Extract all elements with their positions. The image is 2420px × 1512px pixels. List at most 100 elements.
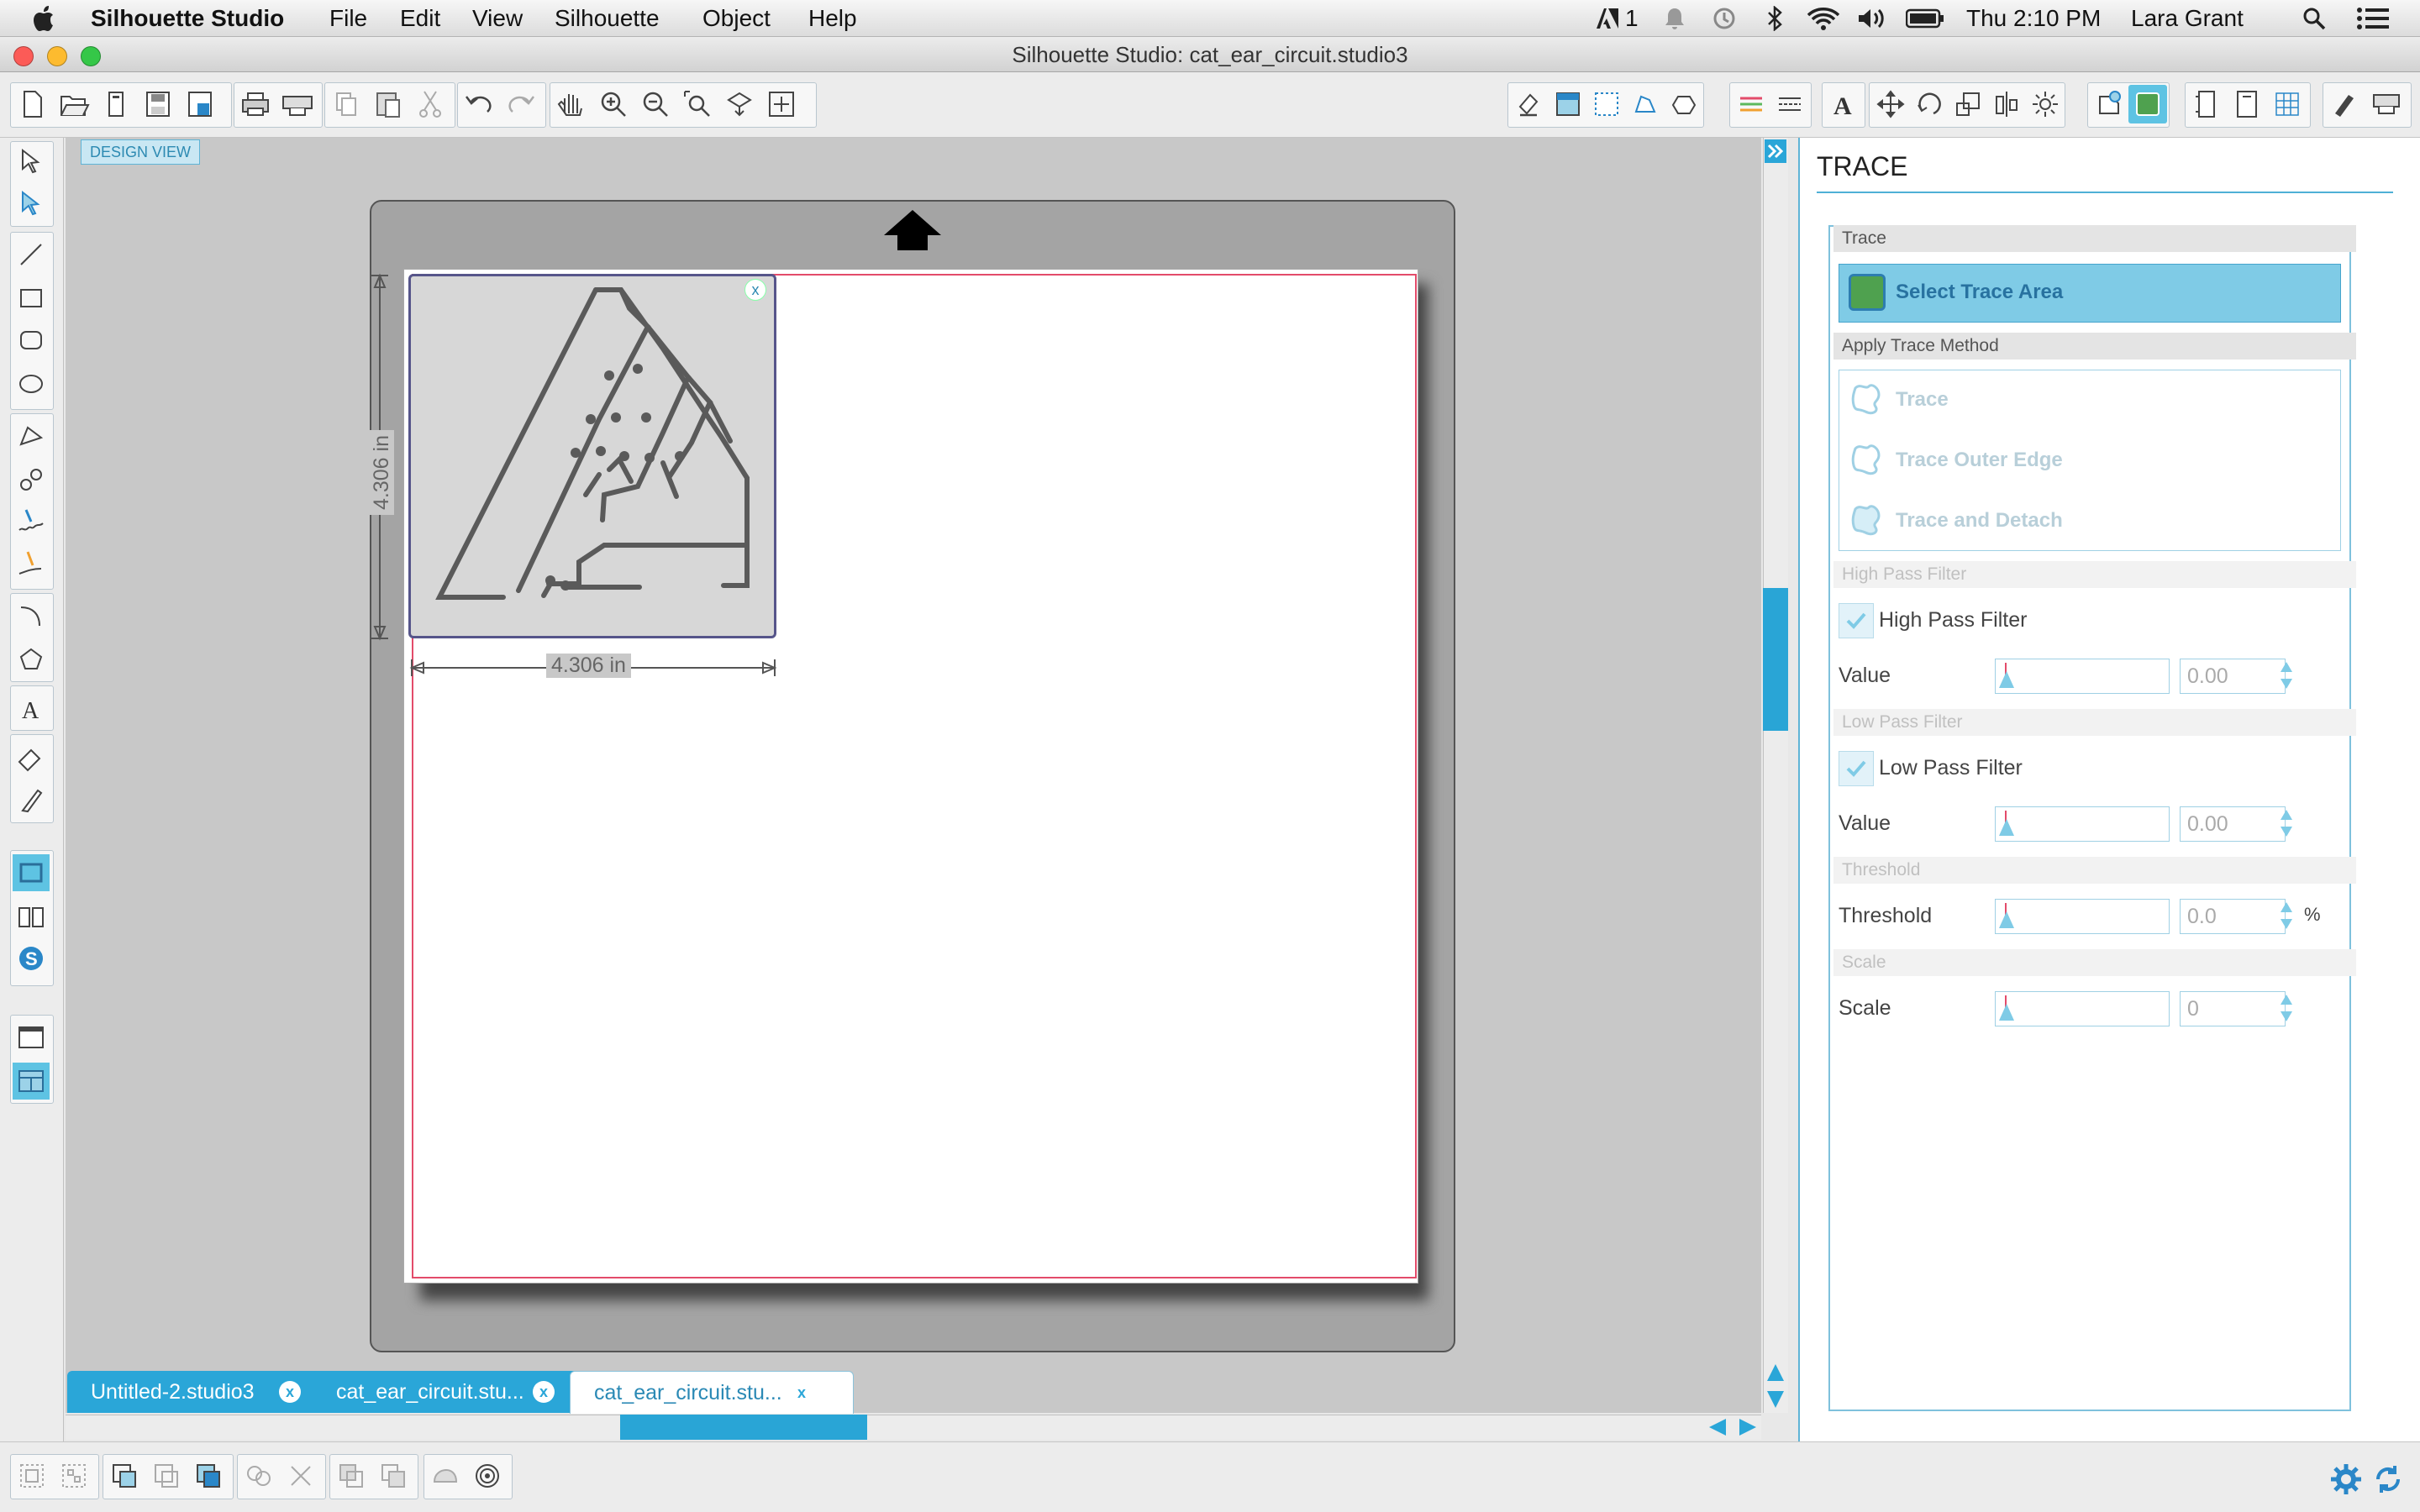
expand-panel-icon[interactable] <box>1765 139 1786 163</box>
image-close-button[interactable]: x <box>744 279 766 301</box>
undo-icon[interactable] <box>460 85 498 123</box>
scroll-up-down-icon[interactable] <box>1765 1361 1786 1411</box>
rotate-icon[interactable] <box>1910 85 1949 123</box>
duplicate-icon[interactable] <box>239 1457 278 1495</box>
close-tab-button[interactable]: x <box>279 1381 301 1403</box>
arc-tool-icon[interactable] <box>13 597 50 634</box>
threshold-input[interactable]: 0.0 <box>2180 899 2286 934</box>
bluetooth-icon[interactable] <box>1765 6 1785 31</box>
menu-file[interactable]: File <box>329 0 367 37</box>
trace-panel-icon[interactable] <box>2128 85 2167 123</box>
zoom-out-icon[interactable] <box>636 85 675 123</box>
group-icon[interactable] <box>13 1457 51 1495</box>
bring-to-front-icon[interactable] <box>189 1457 228 1495</box>
point-edit-icon[interactable] <box>13 186 50 223</box>
print-icon[interactable] <box>236 85 275 123</box>
send-to-silhouette-icon[interactable] <box>278 85 317 123</box>
save-icon[interactable] <box>139 85 177 123</box>
spotlight-search-icon[interactable] <box>2302 7 2326 30</box>
scale-icon[interactable] <box>1949 85 1987 123</box>
polygon-tool-icon[interactable] <box>13 417 50 454</box>
notification-center-icon[interactable] <box>2356 7 2390 30</box>
threshold-slider[interactable] <box>1995 899 2170 934</box>
sketch-pen-icon[interactable] <box>2325 85 2364 123</box>
cut-settings-icon[interactable] <box>2228 85 2266 123</box>
knife-tool-icon[interactable] <box>13 782 50 819</box>
app-menu[interactable]: Silhouette Studio <box>91 0 284 37</box>
paste-icon[interactable] <box>369 85 408 123</box>
line-weight-icon[interactable] <box>1770 85 1809 123</box>
drag-zoom-icon[interactable] <box>720 85 759 123</box>
fill-pattern-icon[interactable] <box>1587 85 1626 123</box>
high-pass-filter-checkbox[interactable] <box>1839 603 1874 638</box>
zoom-select-icon[interactable] <box>678 85 717 123</box>
adobe-icon[interactable] <box>1595 7 1620 30</box>
library-view-icon[interactable] <box>13 898 50 935</box>
save-to-library-icon[interactable] <box>181 85 219 123</box>
fill-gradient-icon[interactable] <box>1549 85 1587 123</box>
user-name[interactable]: Lara Grant <box>2131 0 2244 37</box>
smooth-freehand-tool-icon[interactable] <box>13 545 50 582</box>
ungroup-icon[interactable] <box>55 1457 93 1495</box>
fill-color-icon[interactable] <box>1510 85 1549 123</box>
fit-to-window-icon[interactable] <box>762 85 801 123</box>
shadow-icon[interactable] <box>1626 85 1665 123</box>
send-icon[interactable] <box>2367 85 2406 123</box>
scale-stepper[interactable] <box>2279 991 2294 1025</box>
time-machine-icon[interactable] <box>1711 6 1738 31</box>
tab-untitled-2[interactable]: Untitled-2.studio3 x <box>67 1371 331 1413</box>
eraser-tool-icon[interactable] <box>13 738 50 775</box>
ellipse-tool-icon[interactable] <box>13 365 50 402</box>
copy-icon[interactable] <box>327 85 366 123</box>
scroll-left-right-icon[interactable] <box>1706 1416 1760 1438</box>
design-view-icon[interactable] <box>13 854 50 891</box>
window-title-bar[interactable]: Silhouette Studio: cat_ear_circuit.studi… <box>0 37 2420 72</box>
align-icon[interactable] <box>1987 85 2026 123</box>
menu-object[interactable]: Object <box>702 0 771 37</box>
send-backward-icon[interactable] <box>332 1457 371 1495</box>
new-file-icon[interactable] <box>13 85 51 123</box>
low-pass-value-input[interactable]: 0.00 <box>2180 806 2286 842</box>
line-tool-icon[interactable] <box>13 236 50 273</box>
horizontal-scroll-thumb[interactable] <box>620 1415 867 1440</box>
split-panel-icon[interactable] <box>13 1063 50 1100</box>
text-style-icon[interactable]: A <box>1824 85 1863 123</box>
release-compound-icon[interactable] <box>147 1457 186 1495</box>
pan-hand-icon[interactable] <box>552 85 591 123</box>
grid-settings-icon[interactable] <box>2268 85 2307 123</box>
wifi-icon[interactable] <box>1807 7 1840 30</box>
volume-icon[interactable] <box>1857 7 1887 30</box>
line-style-icon[interactable] <box>1665 85 1703 123</box>
online-store-icon[interactable]: S <box>13 940 50 977</box>
low-pass-value-stepper[interactable] <box>2279 806 2294 840</box>
zoom-in-icon[interactable] <box>594 85 633 123</box>
rectangle-tool-icon[interactable] <box>13 280 50 317</box>
menu-edit[interactable]: Edit <box>400 0 440 37</box>
make-compound-icon[interactable] <box>105 1457 144 1495</box>
cut-icon[interactable] <box>411 85 450 123</box>
scale-slider[interactable] <box>1995 991 2170 1026</box>
menu-view[interactable]: View <box>472 0 523 37</box>
offset-icon[interactable] <box>2090 85 2128 123</box>
open-library-icon[interactable] <box>97 85 135 123</box>
vertical-scrollbar[interactable] <box>1763 138 1788 1413</box>
scale-input[interactable]: 0 <box>2180 991 2286 1026</box>
tab-cat-ear-circuit-2[interactable]: cat_ear_circuit.stu... x <box>570 1371 854 1414</box>
high-pass-value-slider[interactable] <box>1995 659 2170 694</box>
text-tool-icon[interactable]: A <box>13 690 50 727</box>
rounded-rectangle-tool-icon[interactable] <box>13 322 50 359</box>
delete-icon[interactable] <box>281 1457 320 1495</box>
low-pass-filter-checkbox[interactable] <box>1839 751 1874 786</box>
page-setup-icon[interactable] <box>2187 85 2226 123</box>
curve-tool-icon[interactable] <box>13 461 50 498</box>
close-tab-button[interactable]: x <box>533 1381 555 1403</box>
settings-gear-icon[interactable] <box>2329 1462 2363 1496</box>
single-panel-icon[interactable] <box>13 1019 50 1056</box>
vertical-scroll-thumb[interactable] <box>1763 588 1788 731</box>
notification-bell-icon[interactable] <box>1662 7 1687 30</box>
menu-silhouette[interactable]: Silhouette <box>555 0 660 37</box>
close-tab-button[interactable]: x <box>791 1382 813 1404</box>
battery-icon[interactable] <box>1906 8 1944 29</box>
tab-cat-ear-circuit-1[interactable]: cat_ear_circuit.stu... x <box>313 1371 588 1413</box>
replicate-icon[interactable] <box>2026 85 2065 123</box>
